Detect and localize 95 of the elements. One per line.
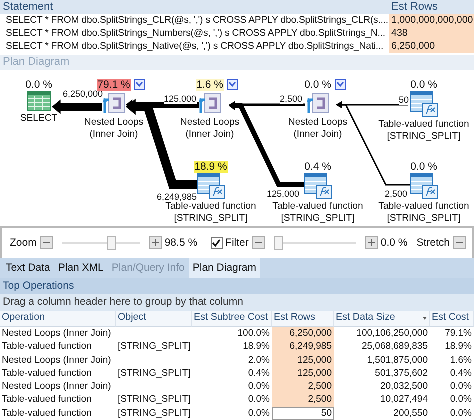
minus-icon xyxy=(254,242,262,244)
operator-label: Table-valued function [STRING_SPLIT] xyxy=(378,201,470,225)
row-count-label: 125,000 xyxy=(164,94,197,104)
table-cell: 2,500 xyxy=(272,393,334,407)
minus-icon xyxy=(42,242,50,244)
est-rows-cell: 6,250,000 xyxy=(388,40,474,53)
operator-label: Nested Loops (Inner Join) xyxy=(84,117,144,141)
zoom-value: 98.5 % xyxy=(164,236,198,249)
cost-percentage: 0.0 % xyxy=(410,78,438,90)
zoom-out-button[interactable] xyxy=(40,236,53,250)
operator-label: Nested Loops (Inner Join) xyxy=(288,117,348,141)
zoom-label: Zoom xyxy=(10,236,37,249)
table-cell: 125,000 xyxy=(272,354,334,367)
operator-label: SELECT xyxy=(20,113,58,125)
operator-label: Table-valued function [STRING_SPLIT] xyxy=(272,201,364,225)
column-title: Object xyxy=(118,311,146,326)
statement-cell-text: SELECT * FROM dbo.SplitStrings_Numbers(@s, ',') s CROSS APPLY dbo.SplitStrings_N... xyxy=(5,27,386,40)
slider-thumb[interactable] xyxy=(106,236,116,250)
column-header[interactable]: Est Cost xyxy=(430,310,474,327)
chevron-down-icon xyxy=(337,82,344,87)
cost-percentage: 79.1 % xyxy=(96,78,132,90)
column-title: Est Cost xyxy=(432,311,470,326)
row-count-label: 50 xyxy=(399,95,410,105)
chevron-down-icon xyxy=(229,82,236,87)
tab[interactable]: Plan Diagram xyxy=(188,258,260,278)
column-title: Est Data Size xyxy=(336,311,396,326)
table-cell: 125,000 xyxy=(272,366,334,380)
filter-value: 0.0 % xyxy=(380,236,408,249)
nested-loops-icon xyxy=(102,91,126,115)
plus-icon xyxy=(368,239,375,246)
table-function-icon xyxy=(304,173,332,199)
cost-percentage: 18.9 % xyxy=(194,160,228,172)
cost-percentage: 0.0 % xyxy=(410,160,438,172)
table-icon xyxy=(27,91,51,111)
minus-icon xyxy=(456,242,463,244)
column-header[interactable]: Est Rows xyxy=(272,310,334,327)
table-cell: 2,500 xyxy=(272,380,334,394)
chevron-down-icon xyxy=(136,82,144,87)
table-cell: [STRING_SPLIT] xyxy=(116,406,192,420)
operator-label: Table-valued function [STRING_SPLIT] xyxy=(378,119,470,143)
table-function-icon xyxy=(410,91,438,117)
column-title: Est Rows xyxy=(274,311,316,326)
row-count-label: 6,250,000 xyxy=(63,89,104,99)
stretch-label: Stretch xyxy=(416,236,450,249)
section-header: Top Operations xyxy=(0,278,474,294)
slider-thumb[interactable] xyxy=(274,236,283,250)
operator-label: Table-valued function [STRING_SPLIT] xyxy=(166,201,256,225)
est-rows-cell: 438 xyxy=(388,27,474,40)
filter-checkbox[interactable] xyxy=(210,236,223,249)
tab[interactable]: Text Data xyxy=(2,258,54,278)
table-cell: [STRING_SPLIT] xyxy=(116,366,192,380)
dropdown-toggle[interactable] xyxy=(134,79,146,90)
row-count-label: 2,500 xyxy=(280,94,303,104)
plus-icon xyxy=(152,239,159,246)
column-header[interactable]: Object xyxy=(116,310,192,327)
nested-loops-icon xyxy=(306,91,330,115)
column-title: Est Subtree Cost xyxy=(194,311,268,326)
row-count-label: 125,000 xyxy=(267,189,300,199)
cost-percentage: 0.0 % xyxy=(24,78,54,90)
column-title: Operation xyxy=(2,311,46,326)
zoom-in-button[interactable] xyxy=(148,236,162,250)
row-count-label: 6,249,985 xyxy=(157,192,198,202)
tab[interactable]: Plan XML xyxy=(54,258,108,278)
column-header[interactable]: Est Rows xyxy=(388,0,474,14)
flow-arrow xyxy=(52,100,102,114)
table-cell: [STRING_SPLIT] xyxy=(116,340,192,354)
statement-cell-text: SELECT * FROM dbo.SplitStrings_CLR(@s, ',') s CROSS APPLY dbo.SplitStrings_CLR(s.... xyxy=(5,14,388,27)
row-count-label: 2,500 xyxy=(385,189,408,199)
column-header[interactable]: Statement xyxy=(0,0,388,14)
table-function-icon xyxy=(197,173,225,199)
filter-label: Filter xyxy=(226,236,249,249)
column-header[interactable]: Operation xyxy=(0,310,116,327)
table-cell: [STRING_SPLIT] xyxy=(116,393,192,407)
checkmark-icon xyxy=(212,238,222,247)
table-function-icon xyxy=(410,173,438,199)
cost-percentage: 0.0 % xyxy=(304,78,332,90)
operator-label: Nested Loops (Inner Join) xyxy=(180,117,240,141)
table-cell: 50 xyxy=(272,406,334,420)
dropdown-toggle[interactable] xyxy=(227,79,238,90)
cost-percentage: 0.4 % xyxy=(304,160,332,172)
section-header: Plan Diagram xyxy=(0,55,474,70)
column-header[interactable]: Est Subtree Cost xyxy=(192,310,272,327)
cost-percentage: 1.6 % xyxy=(196,78,224,90)
table-cell: 6,249,985 xyxy=(272,340,334,354)
group-by-hint: Drag a column header here to group by that column xyxy=(0,294,474,311)
stretch-decrease-button[interactable] xyxy=(453,236,466,250)
statement-cell-text: SELECT * FROM dbo.SplitStrings_Native(@s, ',') s CROSS APPLY dbo.SplitStrings_Nati... xyxy=(5,40,385,53)
filter-decrease-button[interactable] xyxy=(252,236,265,250)
table-cell: 6,250,000 xyxy=(272,326,334,340)
sort-indicator-icon xyxy=(423,316,427,320)
dropdown-toggle[interactable] xyxy=(335,79,346,90)
est-rows-cell: 1,000,000,000,000 xyxy=(388,14,474,27)
nested-loops-icon xyxy=(198,91,222,115)
column-header[interactable]: Est Data Size xyxy=(334,310,430,327)
filter-increase-button[interactable] xyxy=(364,236,378,250)
